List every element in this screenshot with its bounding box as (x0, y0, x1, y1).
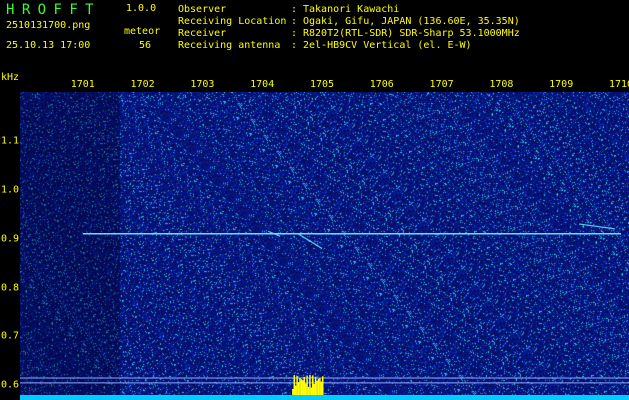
x-tick-label: 1705 (309, 79, 335, 90)
activity-peak (316, 380, 318, 395)
x-tick-label: 1703 (190, 79, 215, 90)
meteor-echo (297, 233, 323, 249)
info-key: Observer (178, 4, 227, 15)
activity-peak (309, 375, 311, 395)
activity-peak (300, 379, 303, 395)
x-tick-label: 1708 (489, 79, 514, 90)
x-tick-label: 1704 (250, 79, 275, 90)
mode-label: meteor (124, 26, 161, 37)
info-separator: : (291, 4, 298, 15)
x-tick-label: 1706 (369, 79, 394, 90)
activity-peak (299, 377, 301, 395)
meteor-echo (579, 223, 616, 230)
activity-peak (307, 386, 310, 395)
activity-peak (292, 389, 294, 395)
info-separator: : (291, 28, 298, 39)
bottom-level-band (20, 395, 629, 400)
activity-peak (297, 382, 300, 395)
activity-peak (313, 383, 315, 395)
activity-peak (306, 375, 308, 395)
activity-peak (303, 376, 305, 395)
app-version: 1.0.0 (126, 3, 157, 14)
y-tick-label: 1.0 (1, 184, 20, 196)
y-tick-label: 0.6 (1, 379, 20, 391)
x-tick-label: 1709 (549, 79, 574, 90)
activity-peak (319, 378, 321, 395)
info-row-location: Receiving Location : Ogaki, Gifu, JAPAN … (178, 16, 520, 28)
x-axis-ticks: 1701 1702 1703 1704 1705 1706 1707 1708 1709 1710 (0, 79, 629, 93)
activity-peak (302, 380, 304, 395)
info-row-receiver: Receiver : R820T2(RTL-SDR) SDR-Sharp 53.… (178, 28, 520, 40)
info-value: R820T2(RTL-SDR) SDR-Sharp 53.1000MHz (303, 28, 520, 39)
y-tick-label: 0.9 (1, 233, 20, 245)
meteor-count: 56 (139, 40, 152, 51)
info-value: 2el-HB9CV Vertical (el. E-W) (303, 40, 472, 51)
x-tick-label: 1710 (608, 79, 629, 90)
y-tick-label: 0.7 (1, 330, 20, 342)
info-key: Receiver (178, 28, 227, 39)
info-separator: : (291, 40, 298, 51)
station-info: Observer : Takanori Kawachi Receiving Lo… (178, 4, 520, 52)
activity-peak (314, 376, 317, 395)
x-tick-label: 1701 (70, 79, 95, 90)
y-tick-label: 0.8 (1, 282, 20, 294)
info-separator: : (291, 16, 298, 27)
info-value: Ogaki, Gifu, JAPAN (136.60E, 35.35N) (303, 16, 520, 27)
activity-peak (296, 376, 298, 395)
info-key: Receiving Location (178, 16, 287, 27)
activity-peak (317, 378, 320, 395)
info-key: Receiving antenna (178, 40, 281, 51)
y-axis-ticks: 1.1 1.0 0.9 0.8 0.7 0.6 (0, 0, 20, 400)
header-panel: HROFFT 1.0.0 2510131700.png 25.10.13 17:… (0, 0, 629, 78)
info-value: Takanori Kawachi (303, 4, 400, 15)
spectrogram-overlay (20, 223, 629, 400)
activity-peak (320, 381, 323, 395)
info-row-antenna: Receiving antenna : 2el-HB9CV Vertical (… (178, 40, 520, 52)
activity-peak (322, 376, 324, 395)
activity-peak (304, 383, 307, 395)
y-tick-label: 1.1 (1, 135, 20, 147)
x-tick-label: 1702 (130, 79, 155, 90)
app-title: HROFFT (6, 2, 101, 18)
activity-peak (294, 385, 297, 395)
x-tick-label: 1707 (429, 79, 454, 90)
activity-peak (312, 375, 314, 395)
activity-peak (310, 387, 313, 395)
info-row-observer: Observer : Takanori Kawachi (178, 4, 520, 16)
activity-peak (293, 375, 296, 395)
